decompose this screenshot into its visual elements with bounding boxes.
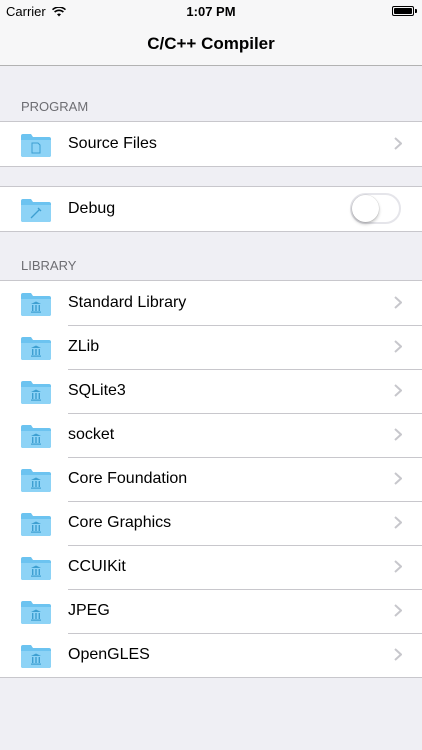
- library-row-core-graphics[interactable]: Core Graphics: [0, 501, 422, 545]
- chevron-right-icon: [394, 384, 402, 397]
- debug-toggle[interactable]: [350, 193, 401, 224]
- library-item-label: ZLib: [68, 338, 100, 355]
- library-folder-icon: [21, 293, 51, 316]
- toggle-knob: [352, 195, 379, 222]
- library-row-standard-library[interactable]: Standard Library: [0, 281, 422, 325]
- library-section-header: LIBRARY: [21, 258, 77, 273]
- chevron-right-icon: [394, 428, 402, 441]
- library-item-label: socket: [68, 426, 115, 443]
- library-row-jpeg[interactable]: JPEG: [0, 589, 422, 633]
- debug-folder-icon: [21, 199, 51, 222]
- source-files-label: Source Files: [68, 135, 157, 152]
- chevron-right-icon: [394, 296, 402, 309]
- program-group: Source Files: [0, 121, 422, 167]
- library-item-label: Core Graphics: [68, 514, 172, 531]
- chevron-right-icon: [394, 472, 402, 485]
- chevron-right-icon: [394, 516, 402, 529]
- library-row-socket[interactable]: socket: [0, 413, 422, 457]
- library-row-core-foundation[interactable]: Core Foundation: [0, 457, 422, 501]
- library-folder-icon: [21, 557, 51, 580]
- debug-group: Debug: [0, 186, 422, 232]
- debug-row: Debug: [0, 187, 422, 231]
- program-section-header: PROGRAM: [21, 99, 89, 114]
- page-title: C/C++ Compiler: [147, 33, 275, 53]
- library-group: Standard Library ZLib SQLite3 socket Cor…: [0, 280, 422, 678]
- library-item-label: OpenGLES: [68, 646, 150, 663]
- library-row-ccuikit[interactable]: CCUIKit: [0, 545, 422, 589]
- source-folder-icon: [21, 134, 51, 157]
- chevron-right-icon: [394, 604, 402, 617]
- chevron-right-icon: [394, 648, 402, 661]
- library-folder-icon: [21, 381, 51, 404]
- library-folder-icon: [21, 425, 51, 448]
- library-folder-icon: [21, 645, 51, 668]
- library-row-sqlite3[interactable]: SQLite3: [0, 369, 422, 413]
- library-item-label: Core Foundation: [68, 470, 188, 487]
- status-bar: Carrier 1:07 PM: [0, 0, 422, 22]
- library-folder-icon: [21, 513, 51, 536]
- library-item-label: JPEG: [68, 602, 110, 619]
- library-folder-icon: [21, 337, 51, 360]
- library-row-opengles[interactable]: OpenGLES: [0, 633, 422, 677]
- library-item-label: SQLite3: [68, 382, 126, 399]
- chevron-right-icon: [394, 137, 402, 150]
- chevron-right-icon: [394, 340, 402, 353]
- library-folder-icon: [21, 469, 51, 492]
- source-files-row[interactable]: Source Files: [0, 122, 422, 166]
- library-item-label: Standard Library: [68, 294, 187, 311]
- debug-label: Debug: [68, 200, 116, 217]
- library-folder-icon: [21, 601, 51, 624]
- battery-icon: [392, 6, 417, 16]
- navigation-bar: C/C++ Compiler: [0, 22, 422, 66]
- chevron-right-icon: [394, 560, 402, 573]
- status-time: 1:07 PM: [186, 4, 236, 19]
- library-item-label: CCUIKit: [68, 558, 126, 575]
- library-row-zlib[interactable]: ZLib: [0, 325, 422, 369]
